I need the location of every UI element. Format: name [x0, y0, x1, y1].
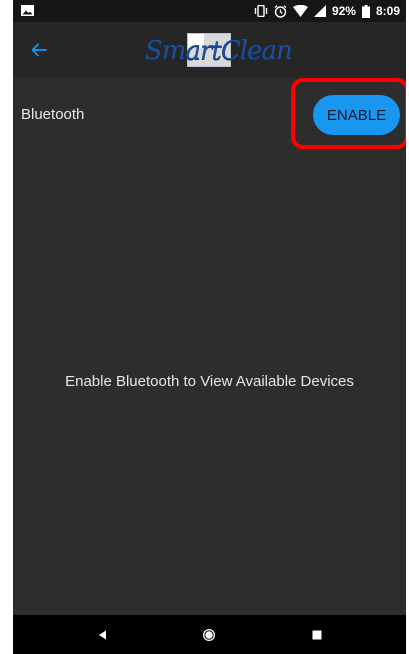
logo-text: SmartClean: [145, 36, 293, 66]
enable-bluetooth-button[interactable]: ENABLE: [313, 95, 400, 135]
cell-signal-icon: [313, 5, 326, 17]
square-recents-icon[interactable]: [307, 625, 327, 645]
vibrate-icon: [254, 5, 268, 17]
wifi-icon: [292, 5, 308, 17]
system-nav-bar: [13, 615, 406, 654]
app-bar: SmartClean: [13, 22, 406, 78]
bluetooth-label: Bluetooth: [21, 106, 85, 123]
status-icons: 92% 8:09: [254, 3, 400, 19]
battery-percent: 92%: [331, 4, 356, 18]
battery-icon: [361, 4, 370, 18]
bluetooth-row: Bluetooth ENABLE: [13, 78, 406, 150]
alarm-icon: [274, 4, 287, 18]
phone-screen: 92% 8:09 SmartClean Bluetooth ENABLE Ena…: [13, 0, 406, 654]
triangle-back-icon[interactable]: [93, 625, 113, 645]
empty-devices-message: Enable Bluetooth to View Available Devic…: [65, 373, 354, 390]
clock: 8:09: [375, 4, 400, 18]
circle-home-icon[interactable]: [199, 625, 219, 645]
arrow-left-icon[interactable]: [27, 38, 51, 62]
smartclean-logo: SmartClean: [145, 31, 293, 71]
image-notification-icon: [21, 5, 34, 16]
status-bar: 92% 8:09: [13, 0, 406, 22]
